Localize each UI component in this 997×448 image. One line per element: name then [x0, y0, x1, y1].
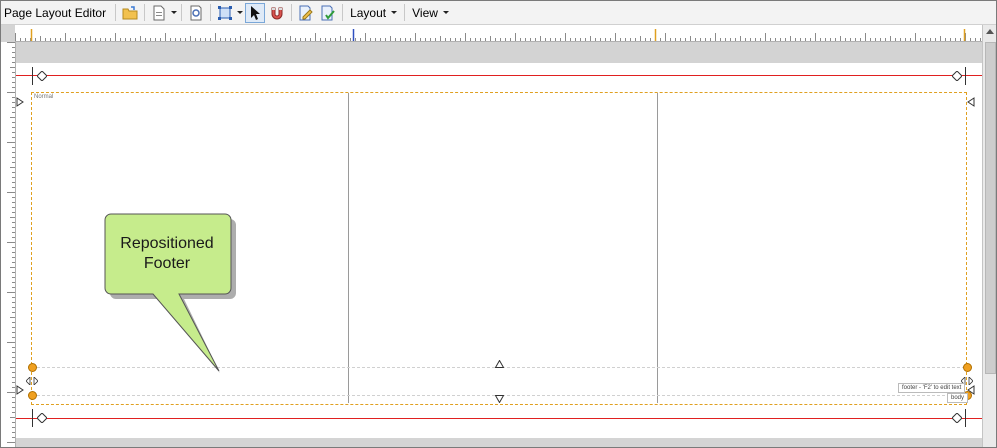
page-layout-editor-window: Page Layout Editor Layout View Normal fo…	[0, 0, 997, 448]
callout-line-1: Repositioned	[120, 235, 214, 252]
callout-text: Repositioned Footer	[104, 214, 230, 292]
callout-line-2: Footer	[143, 255, 191, 272]
